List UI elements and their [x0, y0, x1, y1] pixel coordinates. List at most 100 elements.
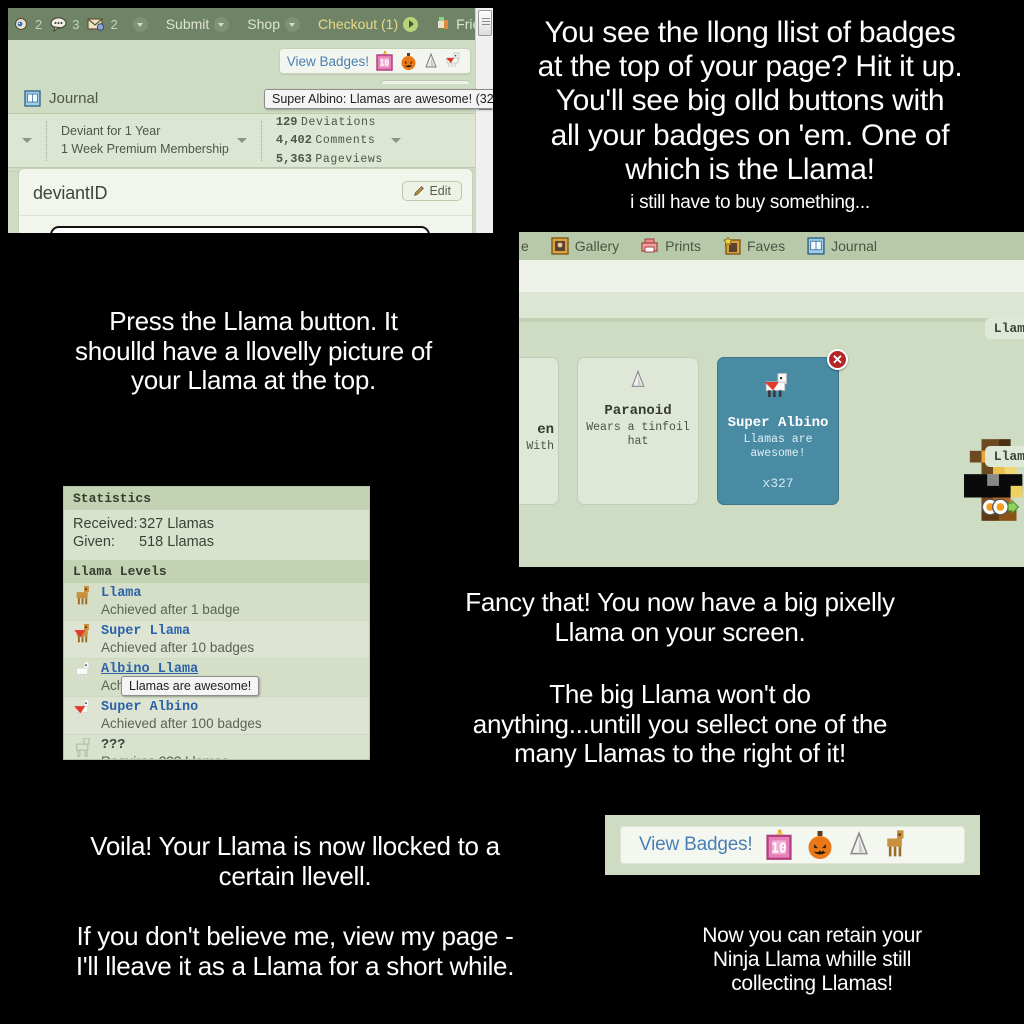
nav-item-faves[interactable]: Faves — [715, 237, 793, 255]
nav-item-partial[interactable]: e — [521, 238, 537, 254]
watchers-item[interactable]: 2 — [12, 16, 48, 32]
deviant-id-title: deviantID — [33, 183, 108, 203]
badge-card-paranoid-title: Paranoid — [604, 403, 672, 419]
edit-button[interactable]: Edit — [402, 181, 462, 201]
pumpkin-icon[interactable] — [400, 52, 417, 70]
nav-item-prints[interactable]: Prints — [633, 238, 709, 254]
faves-star-icon — [722, 237, 741, 255]
given-line: Given: 518 Llamas — [64, 533, 369, 551]
counts-cell[interactable]: 129 Deviations 4,402 Comments 5,363 Page… — [262, 115, 415, 166]
comment-bubble-icon — [50, 16, 67, 32]
membership-cell[interactable]: Deviant for 1 Year 1 Week Premium Member… — [47, 121, 261, 161]
side-chip-top[interactable]: Llam — [984, 318, 1024, 339]
llama-tooltip: Llamas are awesome! — [121, 676, 260, 696]
submit-menu[interactable]: Submit — [157, 16, 239, 32]
llama-level-row-locked: ??? Requires ??? Llamas — [64, 735, 369, 759]
view-badges-bottom-panel: View Badges! 10 — [605, 815, 980, 875]
narration-mid-right: Fancy that! You now have a big pixelly L… — [465, 587, 895, 647]
nav-item-journal[interactable]: Journal — [799, 237, 885, 255]
nav-item-gallery[interactable]: Gallery — [543, 237, 627, 255]
badge-card-paranoid-subtitle: Wears a tinfoil hat — [586, 421, 690, 449]
badge-card-paranoid[interactable]: Paranoid Wears a tinfoil hat — [577, 357, 699, 505]
nav-label-prints: Prints — [665, 238, 701, 254]
narration-top-right-sub: i still have to buy something... — [630, 192, 870, 213]
shop-menu[interactable]: Shop — [238, 16, 309, 32]
level-name: ??? — [101, 738, 126, 753]
messages-item[interactable]: 2 — [85, 16, 123, 32]
pumpkin-icon[interactable] — [806, 831, 834, 859]
super-albino-llama-icon[interactable] — [445, 52, 463, 70]
albino-llama-icon — [76, 662, 90, 681]
tinfoil-hat-icon — [631, 369, 645, 387]
view-badges-bar-bottom[interactable]: View Badges! 10 — [620, 826, 965, 864]
view-badges-label: View Badges! — [286, 53, 369, 69]
llama-level-row[interactable]: Super Albino Achieved after 100 badges — [64, 697, 369, 735]
badge-tooltip: Super Albino: Llamas are awesome! (327) — [264, 89, 493, 109]
prints-icon — [641, 238, 658, 253]
messages-dropdown[interactable] — [124, 16, 157, 32]
narration-top-right: You see the llong llist of badges at the… — [537, 16, 963, 186]
super-llama-icon — [74, 624, 89, 643]
llama-statistics-panel: Statistics Received: 327 Llamas Given: 518… — [63, 486, 370, 760]
received-line: Received: 327 Llamas — [64, 515, 369, 533]
badge-card-super-albino[interactable]: ✕ Super Albino Llamas are awesome! x327 — [717, 349, 848, 505]
watchers-count: 2 — [35, 16, 43, 32]
svg-text:10: 10 — [380, 59, 390, 68]
nav-label-faves: Faves — [746, 238, 786, 254]
llama-icon[interactable] — [884, 830, 910, 860]
scrollbar-thumb[interactable] — [478, 10, 492, 36]
profile-stats-row: Deviant for 1 Year 1 Week Premium Member… — [8, 114, 483, 167]
received-key: Received: — [73, 516, 138, 532]
tinfoil-hat-icon[interactable] — [848, 831, 870, 859]
narration-bottom-left: Voila! Your Llama is now llocked to a ce… — [90, 831, 500, 891]
birthday-10-icon[interactable]: 10 — [766, 829, 793, 861]
narration-bottom-left-2: If you don't believe me, view my page - … — [75, 921, 515, 981]
membership-line-2: 1 Week Premium Membership — [61, 141, 229, 156]
checkout-label: Checkout (1) — [317, 16, 399, 32]
tinfoil-hat-icon[interactable] — [424, 52, 438, 70]
badge-card-super-albino-count: x327 — [762, 475, 794, 491]
level-name[interactable]: Albino Llama — [101, 662, 254, 677]
watchers-icon — [15, 18, 27, 30]
level-desc: Achieved after 10 badges — [101, 640, 255, 655]
journal-label: Journal — [49, 90, 99, 107]
level-name[interactable]: Super Llama — [101, 624, 254, 639]
arrow-right-icon — [403, 16, 419, 32]
llama-badges-count-icon[interactable] — [978, 498, 1024, 516]
checkout-menu[interactable]: Checkout (1) — [309, 16, 427, 32]
received-value: 327 Llamas — [139, 516, 214, 532]
friends-icon — [438, 16, 449, 32]
chevron-down-icon — [214, 16, 230, 32]
llama-level-row[interactable]: Super Llama Achieved after 10 badges — [64, 621, 369, 659]
badge-card-super-albino-subtitle: Llamas are awesome! — [743, 433, 813, 461]
given-value: 518 Llamas — [139, 534, 214, 550]
close-icon[interactable]: ✕ — [827, 349, 848, 370]
deviant-id-card: deviantID Edit — [18, 168, 473, 233]
llama-icon — [76, 586, 89, 605]
badge-card-partial[interactable]: en With — [519, 357, 559, 505]
svg-text:10: 10 — [772, 841, 788, 856]
page-scrollbar[interactable] — [475, 8, 493, 233]
side-chip-bottom[interactable]: Llam — [984, 446, 1024, 467]
journal-book-icon — [807, 237, 825, 255]
llama-level-row[interactable]: Llama Achieved after 1 badge — [64, 583, 369, 621]
birthday-10-icon[interactable]: 10 — [376, 51, 393, 71]
left-caret-cell[interactable] — [8, 121, 46, 161]
level-name[interactable]: Llama — [101, 586, 240, 601]
pencil-icon — [414, 186, 425, 196]
nav-label-journal: Journal — [831, 238, 877, 254]
comments-label: Comments — [315, 134, 376, 148]
llama-levels-header: Llama Levels — [64, 560, 369, 583]
chevron-down-icon — [284, 16, 300, 32]
chevron-down-icon — [132, 16, 148, 32]
super-albino-llama-icon — [74, 700, 90, 719]
level-name[interactable]: Super Albino — [101, 700, 262, 715]
comments-item[interactable]: 3 — [48, 17, 85, 32]
super-albino-llama-icon — [764, 373, 787, 397]
view-badges-bar[interactable]: View Badges! 10 — [278, 48, 471, 74]
chevron-down-icon — [390, 138, 401, 143]
edit-label: Edit — [429, 184, 451, 198]
badges-page-panel: e Gallery Prints Faves Journal en With P… — [519, 232, 1024, 567]
deviantart-topbar: 2 3 2 Submit Shop Checkout (1) — [8, 8, 493, 40]
submit-label: Submit — [165, 16, 210, 32]
